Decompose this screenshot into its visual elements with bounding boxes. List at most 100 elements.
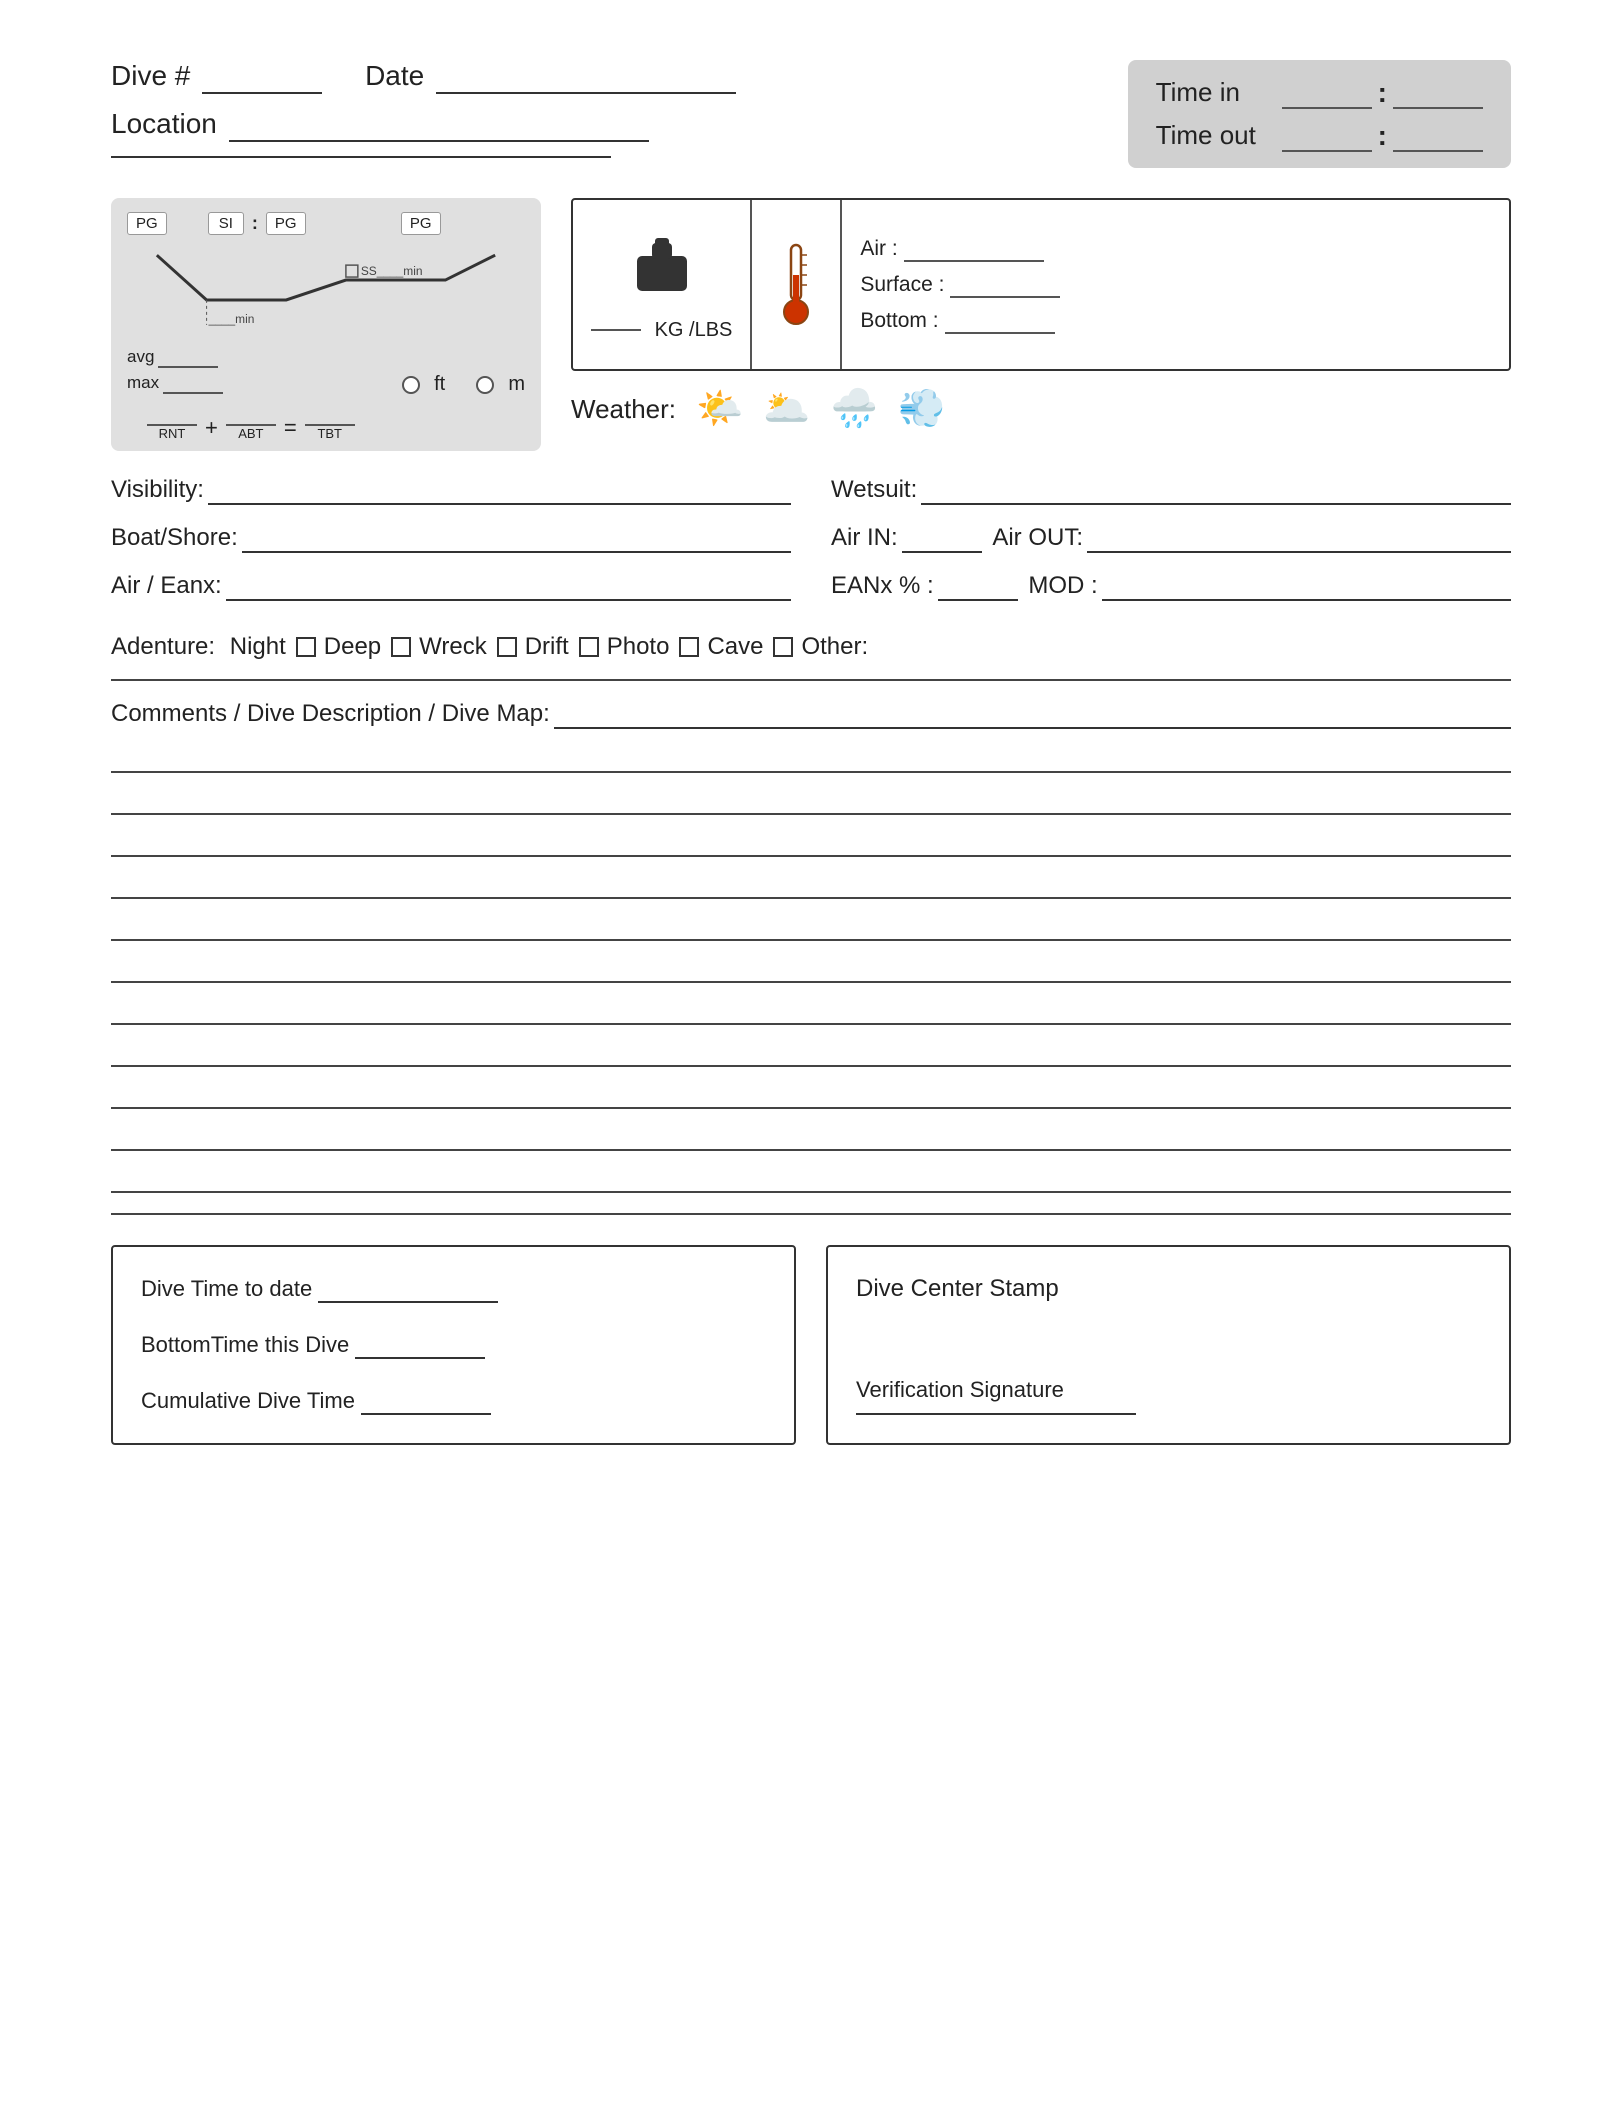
date-field[interactable] [436,60,736,94]
comment-line-6[interactable] [111,947,1511,983]
verification-signature-line[interactable] [856,1413,1136,1415]
air-eanx-label: Air / Eanx: [111,572,222,600]
eanx-pct-field[interactable] [938,571,1018,601]
comment-line-1[interactable] [111,737,1511,773]
deep-checkbox[interactable] [391,637,411,657]
bottom-time-field[interactable] [355,1331,485,1359]
max-field[interactable] [163,372,223,394]
mod-label: MOD : [1028,572,1097,600]
adventure-label: Adenture: [111,633,215,661]
bottom-field[interactable] [945,308,1055,334]
comments-label: Comments / Dive Description / Dive Map: [111,700,550,728]
cumulative-label: Cumulative Dive Time [141,1388,355,1414]
date-label: Date [365,60,424,91]
weather-row: Weather: 🌤️ 🌥️ 🌧️ 💨 [571,387,1511,431]
comment-line-8[interactable] [111,1031,1511,1067]
comment-line-2[interactable] [111,779,1511,815]
abt-field[interactable] [226,404,276,426]
mod-field[interactable] [1102,571,1511,601]
dive-time-to-date-field[interactable] [318,1275,498,1303]
air-field[interactable] [904,236,1044,262]
tbt-field[interactable] [305,404,355,426]
air-eanx-field[interactable] [226,571,791,601]
photo-checkbox[interactable] [679,637,699,657]
time-in-label: Time in [1156,77,1266,108]
cloudy-icon[interactable]: 🌥️ [763,387,810,431]
ft-label: ft [434,373,445,396]
location-second-line [111,156,611,158]
svg-text:____min: ____min [208,312,255,326]
visibility-field[interactable] [208,475,791,505]
other-label: Other: [801,633,868,661]
divider-1 [111,679,1511,681]
cumulative-field[interactable] [361,1387,491,1415]
air-in-label: Air IN: [831,524,898,552]
location-field[interactable] [229,108,649,142]
air-out-field[interactable] [1087,523,1511,553]
comments-section: Comments / Dive Description / Dive Map: [111,699,1511,1193]
boat-shore-label: Boat/Shore: [111,524,238,552]
pg-box-1[interactable]: PG [127,212,167,235]
cave-checkbox[interactable] [773,637,793,657]
dive-center-box: Dive Center Stamp Verification Signature [826,1245,1511,1445]
comments-first-field[interactable] [554,699,1511,729]
air-label: Air : [860,237,897,261]
kg-lbs-label: KG /LBS [655,319,733,342]
windy-icon[interactable]: 💨 [898,387,945,431]
night-label: Night [230,633,286,661]
bottom-label: Bottom : [860,309,938,333]
si-label: SI [208,212,244,235]
comment-line-11[interactable] [111,1157,1511,1193]
comment-line-3[interactable] [111,821,1511,857]
boat-shore-field[interactable] [242,523,791,553]
plus-sign: + [205,415,218,441]
pg-box-2[interactable]: PG [266,212,306,235]
tbt-label: TBT [317,426,342,441]
drift-label: Drift [525,633,569,661]
wetsuit-field[interactable] [921,475,1511,505]
pg-box-3[interactable]: PG [401,212,441,235]
wreck-checkbox[interactable] [497,637,517,657]
avg-label: avg [127,347,154,367]
surface-field[interactable] [950,272,1060,298]
rnt-label: RNT [159,426,186,441]
weather-label: Weather: [571,394,676,425]
weight-temp-box: KG /LBS [571,198,1511,371]
comment-line-9[interactable] [111,1073,1511,1109]
time-out-hour-field[interactable] [1282,119,1372,152]
dive-profile-box: PG SI : PG PG ____min [111,198,541,451]
weight-section: KG /LBS [573,200,752,369]
dive-center-stamp-label: Dive Center Stamp [856,1275,1481,1303]
weight-field[interactable] [591,329,641,331]
eanx-pct-label: EANx % : [831,572,934,600]
time-out-min-field[interactable] [1393,119,1483,152]
dive-times-box: Dive Time to date BottomTime this Dive C… [111,1245,796,1445]
form-grid: Visibility: Wetsuit: Boat/Shore: Air IN:… [111,475,1511,619]
weight-icon [627,228,697,311]
surface-label: Surface : [860,273,944,297]
time-box: Time in : Time out : [1128,60,1511,168]
dive-number-field[interactable] [202,60,322,94]
time-out-label: Time out [1156,120,1266,151]
air-in-field[interactable] [902,523,982,553]
time-in-min-field[interactable] [1393,76,1483,109]
drift-checkbox[interactable] [579,637,599,657]
cave-label: Cave [707,633,763,661]
avg-field[interactable] [158,346,218,368]
rainy-icon[interactable]: 🌧️ [831,387,878,431]
max-label: max [127,373,159,393]
m-radio[interactable] [476,376,494,394]
time-in-hour-field[interactable] [1282,76,1372,109]
comment-line-10[interactable] [111,1115,1511,1151]
rnt-field[interactable] [147,404,197,426]
abt-label: ABT [238,426,263,441]
night-checkbox[interactable] [296,637,316,657]
ft-radio[interactable] [402,376,420,394]
comment-line-5[interactable] [111,905,1511,941]
bottom-time-label: BottomTime this Dive [141,1332,349,1358]
comment-line-4[interactable] [111,863,1511,899]
sunny-icon[interactable]: 🌤️ [696,387,743,431]
comment-line-7[interactable] [111,989,1511,1025]
svg-text:SS____min: SS____min [361,264,423,278]
dive-time-to-date-label: Dive Time to date [141,1276,312,1302]
